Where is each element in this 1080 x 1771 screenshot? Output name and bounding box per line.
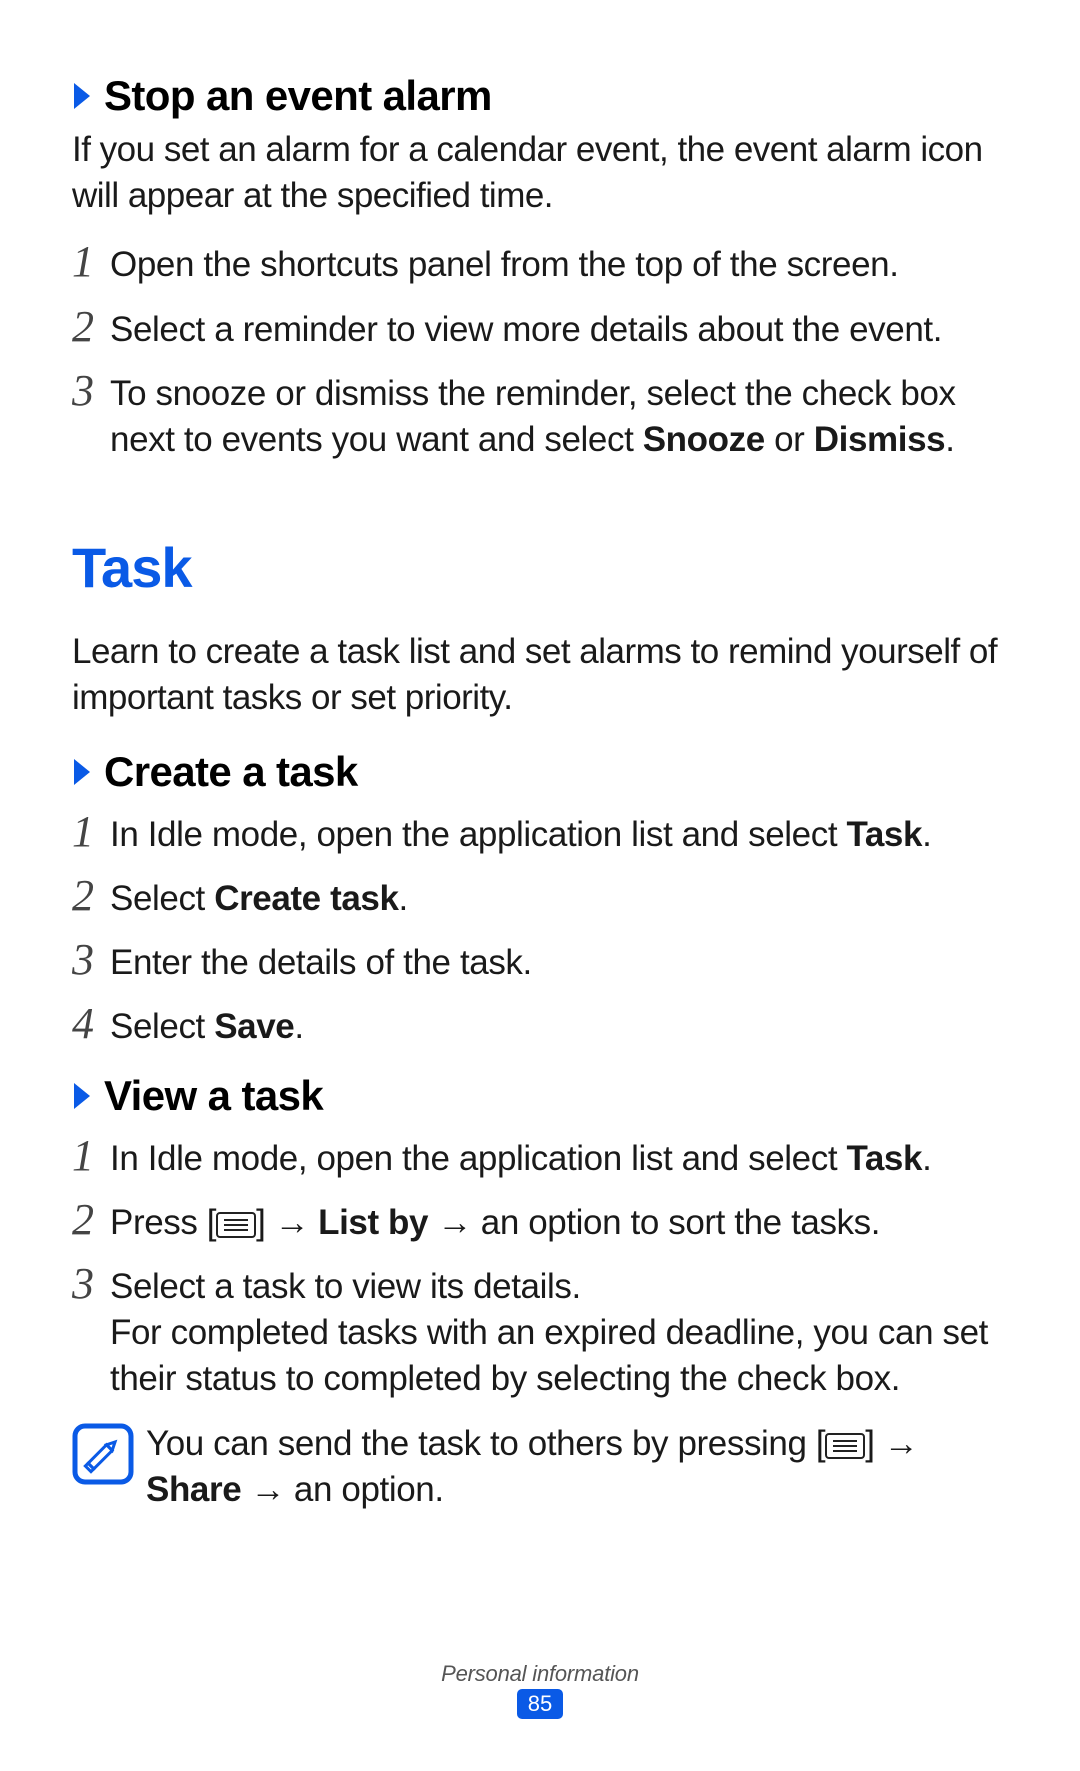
arrow-icon: → (437, 1203, 471, 1242)
section-heading-task: Task (72, 531, 1008, 605)
step-number: 1 (72, 810, 110, 854)
step-text: Enter the details of the task. (110, 940, 1008, 986)
step-text-middle: or (765, 420, 814, 459)
note-block: You can send the task to others by press… (72, 1421, 1008, 1513)
step-number: 3 (72, 1262, 110, 1306)
create-task-step-4: 4 Select Save. (72, 1004, 1008, 1050)
text-suffix: . (922, 815, 931, 854)
step-text: Open the shortcuts panel from the top of… (110, 242, 1008, 288)
manual-page: Stop an event alarm If you set an alarm … (0, 0, 1080, 1771)
bold-create-task: Create task (214, 879, 398, 918)
text-prefix: Select (110, 879, 214, 918)
step-text: Select a task to view its details. For c… (110, 1264, 1008, 1403)
step-number: 2 (72, 1198, 110, 1242)
bold-save: Save (214, 1007, 294, 1046)
bold-list-by: List by (309, 1203, 438, 1242)
step-text: Select Save. (110, 1004, 1008, 1050)
text-suffix: an option to sort the tasks. (471, 1203, 880, 1242)
bold-task: Task (846, 815, 922, 854)
stop-alarm-step-3: 3 To snooze or dismiss the reminder, sel… (72, 371, 1008, 463)
step-text: Select a reminder to view more details a… (110, 307, 1008, 353)
subheading-create-task: Create a task (72, 744, 1008, 799)
subheading-view-task-text: View a task (104, 1068, 323, 1123)
subheading-stop-alarm: Stop an event alarm (72, 68, 1008, 123)
step-number: 3 (72, 369, 110, 413)
bold-task: Task (846, 1139, 922, 1178)
step-text: In Idle mode, open the application list … (110, 1136, 1008, 1182)
chevron-right-icon (72, 1081, 96, 1111)
create-task-step-1: 1 In Idle mode, open the application lis… (72, 812, 1008, 858)
footer-section-name: Personal information (0, 1661, 1080, 1687)
bold-dismiss: Dismiss (814, 420, 945, 459)
text-suffix: . (294, 1007, 303, 1046)
step-text: Select Create task. (110, 876, 1008, 922)
text-after-icon: ] (256, 1203, 275, 1242)
chevron-right-icon (72, 81, 96, 111)
view-task-step-2: 2 Press [] → List by → an option to sort… (72, 1200, 1008, 1246)
step-number: 2 (72, 305, 110, 349)
step-line-1: Select a task to view its details. (110, 1267, 581, 1306)
subheading-create-task-text: Create a task (104, 744, 358, 799)
step-extra: For completed tasks with an expired dead… (110, 1313, 988, 1398)
note-prefix: You can send the task to others by press… (146, 1424, 825, 1463)
text-suffix: . (399, 879, 408, 918)
note-text: You can send the task to others by press… (146, 1421, 1008, 1513)
text-prefix: In Idle mode, open the application list … (110, 1139, 846, 1178)
arrow-icon: → (884, 1424, 918, 1463)
arrow-icon: → (275, 1203, 309, 1242)
step-number: 4 (72, 1002, 110, 1046)
text-prefix: Select (110, 1007, 214, 1046)
text-suffix: . (922, 1139, 931, 1178)
step-text: To snooze or dismiss the reminder, selec… (110, 371, 1008, 463)
page-footer: Personal information 85 (0, 1661, 1080, 1719)
step-text-suffix: . (945, 420, 954, 459)
menu-key-icon (825, 1433, 865, 1459)
note-suffix: an option. (285, 1470, 444, 1509)
step-number: 1 (72, 240, 110, 284)
bold-share: Share (146, 1470, 251, 1509)
view-task-step-3: 3 Select a task to view its details. For… (72, 1264, 1008, 1403)
pencil-note-icon (72, 1423, 134, 1485)
view-task-step-1: 1 In Idle mode, open the application lis… (72, 1136, 1008, 1182)
text-prefix: Press [ (110, 1203, 216, 1242)
subheading-stop-alarm-text: Stop an event alarm (104, 68, 492, 123)
step-text: In Idle mode, open the application list … (110, 812, 1008, 858)
create-task-step-3: 3 Enter the details of the task. (72, 940, 1008, 986)
bold-snooze: Snooze (643, 420, 765, 459)
stop-alarm-step-2: 2 Select a reminder to view more details… (72, 307, 1008, 353)
arrow-icon: → (251, 1470, 285, 1509)
subheading-view-task: View a task (72, 1068, 1008, 1123)
menu-key-icon (216, 1212, 256, 1238)
stop-alarm-step-1: 1 Open the shortcuts panel from the top … (72, 242, 1008, 288)
page-number: 85 (528, 1691, 552, 1717)
step-number: 2 (72, 874, 110, 918)
step-number: 3 (72, 938, 110, 982)
page-number-badge: 85 (517, 1689, 563, 1719)
note-after-icon: ] (865, 1424, 884, 1463)
step-text: Press [] → List by → an option to sort t… (110, 1200, 1008, 1246)
stop-alarm-intro: If you set an alarm for a calendar event… (72, 127, 1008, 218)
page-content: Stop an event alarm If you set an alarm … (72, 68, 1008, 1513)
task-intro: Learn to create a task list and set alar… (72, 629, 1008, 720)
create-task-step-2: 2 Select Create task. (72, 876, 1008, 922)
text-prefix: In Idle mode, open the application list … (110, 815, 846, 854)
step-number: 1 (72, 1134, 110, 1178)
chevron-right-icon (72, 757, 96, 787)
